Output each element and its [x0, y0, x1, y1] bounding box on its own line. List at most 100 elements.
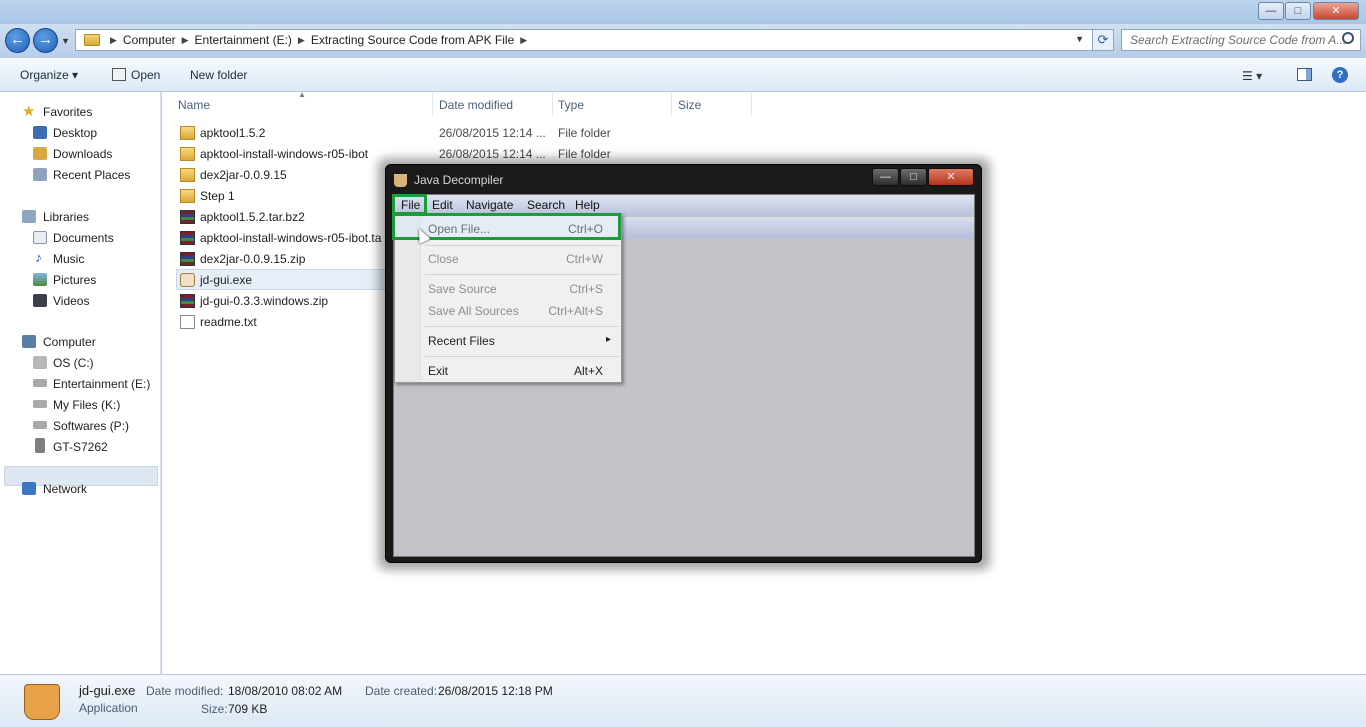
menu-item-label: Exit	[428, 364, 449, 378]
network-icon	[22, 482, 36, 495]
search-icon[interactable]	[1342, 32, 1354, 44]
file-date: 26/08/2015 12:14 ...	[439, 126, 546, 140]
menu-separator	[425, 274, 619, 275]
nav-drive-k[interactable]: My Files (K:)	[53, 398, 120, 412]
nav-favorites[interactable]: Favorites	[43, 105, 92, 119]
history-dropdown-icon[interactable]: ▼	[61, 36, 70, 46]
nav-network[interactable]: Network	[43, 482, 87, 496]
recent-places-icon	[33, 168, 47, 181]
chevron-right-icon[interactable]: ▶	[110, 35, 117, 46]
column-divider	[751, 92, 752, 116]
menu-item-label: Save All Sources	[428, 304, 519, 318]
menu-item-recent-files[interactable]: Recent Files ▸	[427, 331, 617, 351]
chevron-right-icon[interactable]: ▶	[182, 35, 189, 46]
videos-icon	[33, 294, 47, 307]
chevron-right-icon[interactable]: ▶	[520, 35, 527, 46]
help-icon[interactable]: ?	[1332, 67, 1348, 83]
nav-drive-e[interactable]: Entertainment (E:)	[53, 377, 150, 391]
jd-window-title: Java Decompiler	[414, 173, 504, 187]
file-type: File folder	[558, 126, 611, 140]
menu-separator	[425, 245, 619, 246]
menu-search[interactable]: Search	[527, 198, 565, 212]
documents-icon	[33, 231, 47, 244]
command-toolbar: Organize ▾ Open New folder ☰ ▾ ?	[0, 58, 1366, 92]
menu-item-close[interactable]: Close Ctrl+W	[427, 249, 617, 269]
view-options-icon[interactable]: ☰ ▾	[1242, 69, 1262, 83]
nav-pictures[interactable]: Pictures	[53, 273, 96, 287]
column-header-date[interactable]: Date modified	[439, 98, 513, 112]
breadcrumb-entertainment[interactable]: Entertainment (E:)	[195, 33, 292, 47]
nav-documents[interactable]: Documents	[53, 231, 114, 245]
menu-item-save-source[interactable]: Save Source Ctrl+S	[427, 279, 617, 299]
nav-downloads[interactable]: Downloads	[53, 147, 112, 161]
maximize-button[interactable]: □	[1285, 2, 1311, 20]
nav-drive-p[interactable]: Softwares (P:)	[53, 419, 129, 433]
minimize-button[interactable]: —	[1258, 2, 1284, 20]
libraries-icon	[22, 210, 36, 223]
nav-libraries[interactable]: Libraries	[43, 210, 89, 224]
jd-close-button[interactable]: ✕	[928, 168, 974, 186]
details-size: 709 KB	[228, 702, 268, 716]
nav-device-gt-s7262[interactable]: GT-S7262	[53, 440, 108, 454]
pictures-icon	[33, 273, 47, 286]
sort-ascending-icon: ▲	[298, 90, 306, 99]
menu-edit[interactable]: Edit	[432, 198, 453, 212]
file-name: apktool1.5.2.tar.bz2	[200, 210, 305, 224]
archive-icon	[180, 294, 195, 308]
folder-icon	[180, 126, 195, 140]
nav-videos[interactable]: Videos	[53, 294, 89, 308]
jd-minimize-button[interactable]: —	[872, 168, 899, 186]
nav-computer[interactable]: Computer	[43, 335, 96, 349]
star-icon: ★	[22, 103, 36, 120]
details-pane: jd-gui.exe Application Date modified: 18…	[0, 674, 1366, 727]
archive-icon	[180, 231, 195, 245]
menu-help[interactable]: Help	[575, 198, 600, 212]
breadcrumb-current-folder[interactable]: Extracting Source Code from APK File	[311, 33, 514, 47]
file-row[interactable]: apktool1.5.2 26/08/2015 12:14 ... File f…	[178, 123, 778, 143]
preview-pane-icon[interactable]	[1297, 68, 1312, 81]
nav-music[interactable]: Music	[53, 252, 84, 266]
refresh-button[interactable]: ⟳	[1092, 29, 1114, 51]
details-date-modified-label: Date modified:	[146, 684, 224, 698]
nav-desktop[interactable]: Desktop	[53, 126, 97, 140]
drive-icon	[33, 421, 47, 429]
file-name: dex2jar-0.0.9.15	[200, 168, 287, 182]
nav-drive-c[interactable]: OS (C:)	[53, 356, 94, 370]
open-button[interactable]: Open	[131, 68, 160, 82]
folder-icon	[84, 34, 100, 46]
open-icon	[112, 68, 126, 81]
breadcrumb-computer[interactable]: Computer	[123, 33, 176, 47]
column-header-type[interactable]: Type	[558, 98, 584, 112]
column-header-name[interactable]: Name	[178, 98, 210, 112]
menu-navigate[interactable]: Navigate	[466, 198, 513, 212]
back-button[interactable]: ←	[5, 28, 30, 53]
jd-maximize-button[interactable]: □	[900, 168, 927, 186]
jd-menubar: File Edit Navigate Search Help	[394, 195, 974, 215]
nav-recent-places[interactable]: Recent Places	[53, 168, 130, 182]
address-dropdown-icon[interactable]: ▼	[1075, 34, 1084, 44]
computer-icon	[22, 335, 36, 348]
chevron-right-icon[interactable]: ▶	[298, 35, 305, 46]
menu-item-exit[interactable]: Exit Alt+X	[427, 361, 617, 381]
menu-separator	[425, 356, 619, 357]
phone-icon	[35, 438, 45, 453]
menu-item-label: Recent Files	[428, 334, 495, 348]
menu-item-shortcut: Alt+X	[573, 364, 603, 378]
organize-button[interactable]: Organize ▾	[20, 68, 78, 82]
close-button[interactable]: ✕	[1313, 2, 1359, 20]
new-folder-button[interactable]: New folder	[190, 68, 247, 82]
menu-item-save-all-sources[interactable]: Save All Sources Ctrl+Alt+S	[427, 301, 617, 321]
column-header-size[interactable]: Size	[678, 98, 701, 112]
downloads-icon	[33, 147, 47, 160]
submenu-arrow-icon: ▸	[605, 334, 611, 345]
menu-separator	[425, 326, 619, 327]
forward-button[interactable]: →	[33, 28, 58, 53]
os-drive-icon	[33, 356, 47, 369]
file-name: apktool1.5.2	[200, 126, 266, 140]
search-input[interactable]: Search Extracting Source Code from A...	[1121, 29, 1361, 51]
file-name: jd-gui.exe	[200, 273, 253, 287]
breadcrumb[interactable]: ▶ Computer ▶ Entertainment (E:) ▶ Extrac…	[75, 29, 1093, 51]
menu-item-label: Save Source	[428, 282, 497, 296]
folder-icon	[180, 147, 195, 161]
archive-icon	[180, 210, 195, 224]
